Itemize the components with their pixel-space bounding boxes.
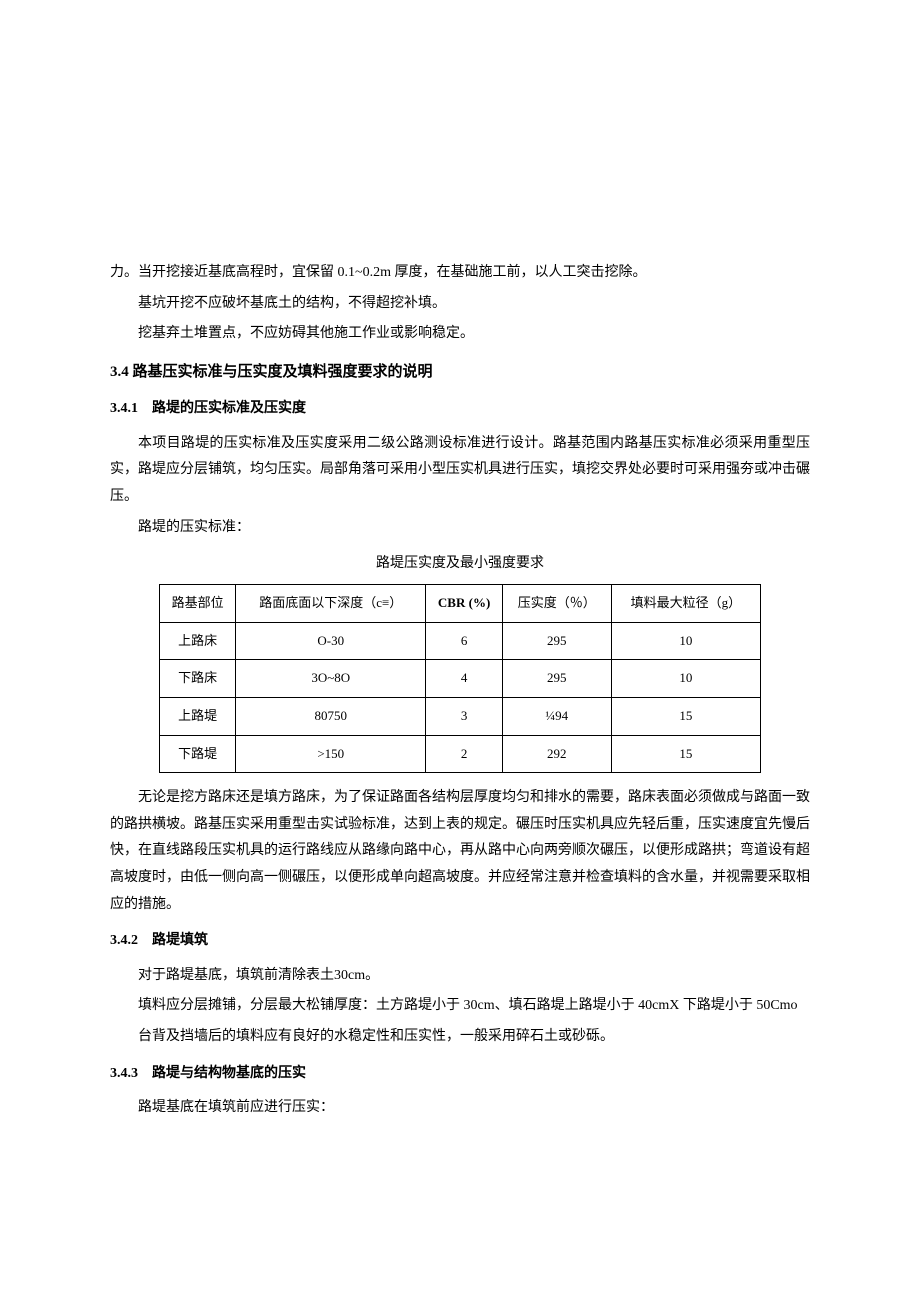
table-cell: 80750	[236, 697, 426, 735]
table-cell: 上路床	[160, 622, 236, 660]
table-cell: 下路床	[160, 660, 236, 698]
table-header: CBR (%)	[426, 584, 503, 622]
paragraph: 本项目路堤的压实标准及压实度采用二级公路测设标准进行设计。路基范围内路基压实标准…	[110, 431, 810, 511]
table-header: 路面底面以下深度（c≡）	[236, 584, 426, 622]
table-cell: >150	[236, 735, 426, 773]
heading-3-4-2: 3.4.2 路堤填筑	[110, 928, 810, 955]
table-cell: 292	[502, 735, 611, 773]
heading-3-4-1: 3.4.1 路堤的压实标准及压实度	[110, 396, 810, 423]
paragraph: 无论是挖方路床还是填方路床，为了保证路面各结构层厚度均匀和排水的需要，路床表面必…	[110, 785, 810, 918]
paragraph: 力。当开挖接近基底高程时，宜保留 0.1~0.2m 厚度，在基础施工前，以人工突…	[110, 260, 810, 287]
table-caption: 路堤压实度及最小强度要求	[110, 551, 810, 578]
table-header: 路基部位	[160, 584, 236, 622]
table-cell: 2	[426, 735, 503, 773]
table-cell: 6	[426, 622, 503, 660]
table-row: 上路堤 80750 3 ¼94 15	[160, 697, 761, 735]
table-cell: 3	[426, 697, 503, 735]
table-cell: 295	[502, 660, 611, 698]
table-cell: ¼94	[502, 697, 611, 735]
paragraph: 路堤基底在填筑前应进行压实：	[110, 1095, 810, 1122]
table-row: 上路床 O-30 6 295 10	[160, 622, 761, 660]
table-header-row: 路基部位 路面底面以下深度（c≡） CBR (%) 压实度（％） 填料最大粒径（…	[160, 584, 761, 622]
paragraph: 对于路堤基底，填筑前清除表土30cm。	[110, 963, 810, 990]
table-header: 填料最大粒径（g）	[611, 584, 760, 622]
compaction-table: 路基部位 路面底面以下深度（c≡） CBR (%) 压实度（％） 填料最大粒径（…	[159, 584, 761, 773]
table-cell: O-30	[236, 622, 426, 660]
table-row: 下路床 3O~8O 4 295 10	[160, 660, 761, 698]
paragraph: 挖基弃土堆置点，不应妨碍其他施工作业或影响稳定。	[110, 321, 810, 348]
table-cell: 10	[611, 660, 760, 698]
paragraph: 路堤的压实标准：	[110, 515, 810, 542]
table-row: 下路堤 >150 2 292 15	[160, 735, 761, 773]
table-cell: 3O~8O	[236, 660, 426, 698]
table-cell: 4	[426, 660, 503, 698]
paragraph: 填料应分层摊铺，分层最大松铺厚度：土方路堤小于 30cm、填石路堤上路堤小于 4…	[110, 993, 810, 1020]
table-cell: 15	[611, 697, 760, 735]
table-cell: 上路堤	[160, 697, 236, 735]
table-cell: 15	[611, 735, 760, 773]
heading-3-4: 3.4 路基压实标准与压实度及填料强度要求的说明	[110, 358, 810, 387]
paragraph: 台背及挡墙后的填料应有良好的水稳定性和压实性，一般采用碎石土或砂砾。	[110, 1024, 810, 1051]
paragraph: 基坑开挖不应破坏基底土的结构，不得超挖补填。	[110, 291, 810, 318]
table-cell: 下路堤	[160, 735, 236, 773]
heading-3-4-3: 3.4.3 路堤与结构物基底的压实	[110, 1061, 810, 1088]
table-header: 压实度（％）	[502, 584, 611, 622]
table-cell: 295	[502, 622, 611, 660]
page-content: 力。当开挖接近基底高程时，宜保留 0.1~0.2m 厚度，在基础施工前，以人工突…	[0, 0, 920, 1186]
table-cell: 10	[611, 622, 760, 660]
